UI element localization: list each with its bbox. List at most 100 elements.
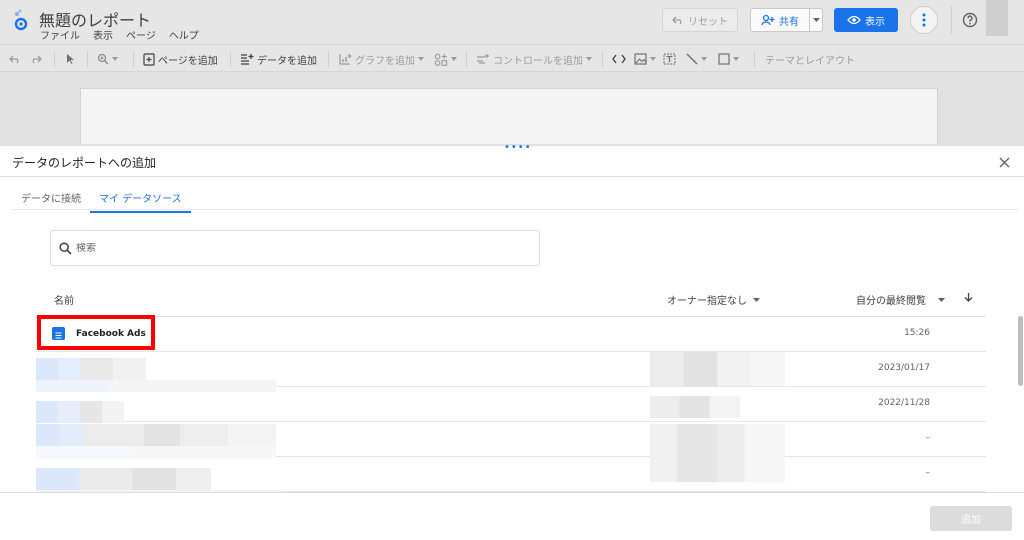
- code-icon: [612, 54, 626, 64]
- menu-view[interactable]: 表示: [93, 27, 113, 42]
- editor-toolbar: ページを追加 データを追加 グラフを追加 コントロールを追加 テーマとレイアウト: [0, 44, 1024, 72]
- undo-button[interactable]: [9, 50, 21, 68]
- menu-page[interactable]: ページ: [126, 27, 156, 42]
- last-viewed-value: –: [925, 468, 931, 478]
- header-divider: [951, 6, 952, 34]
- add-data-label: データを追加: [257, 55, 317, 67]
- redacted-owner: [650, 396, 740, 418]
- view-button[interactable]: 表示: [834, 8, 898, 32]
- redacted-name: [36, 380, 276, 392]
- caret-down-icon: [650, 57, 656, 61]
- add-chart-label: グラフを追加: [355, 55, 415, 67]
- shape-button[interactable]: [718, 50, 739, 68]
- menu-help[interactable]: ヘルプ: [169, 27, 199, 42]
- toolbar-divider: [87, 51, 88, 67]
- toolbar-divider: [133, 51, 134, 67]
- help-icon: [962, 12, 978, 28]
- owner-filter-dropdown[interactable]: オーナー指定なし: [667, 292, 760, 307]
- view-label: 表示: [865, 16, 885, 28]
- column-header-name[interactable]: 名前: [54, 292, 74, 307]
- cursor-icon: [67, 54, 74, 64]
- account-avatar[interactable]: [986, 0, 1008, 36]
- last-viewed-value: 2022/11/28: [878, 398, 930, 408]
- reset-button[interactable]: リセット: [662, 8, 738, 32]
- menu-file[interactable]: ファイル: [40, 27, 80, 42]
- image-icon: [634, 53, 647, 65]
- text-icon: [663, 53, 676, 65]
- redacted-name: [36, 401, 124, 423]
- column-name-label: 名前: [54, 296, 74, 307]
- help-button[interactable]: [960, 10, 980, 30]
- toolbar-divider: [754, 51, 755, 67]
- add-control-label: コントロールを追加: [493, 55, 583, 67]
- redo-icon: [32, 55, 42, 64]
- add-data-icon: [241, 53, 254, 65]
- add-chart-icon: [339, 54, 352, 65]
- search-input[interactable]: [76, 242, 476, 254]
- last-viewed-value: –: [925, 433, 931, 443]
- select-tool-button[interactable]: [65, 50, 75, 68]
- image-button[interactable]: [634, 50, 656, 68]
- panel-title: データのレポートへの追加: [12, 156, 157, 170]
- redacted-owner: [650, 352, 785, 386]
- close-icon: [999, 157, 1009, 167]
- shapes-add-icon: [434, 53, 448, 66]
- redacted-name: [36, 358, 146, 380]
- redacted-owner: [650, 424, 785, 482]
- search-box[interactable]: [50, 230, 540, 266]
- add-chart-button[interactable]: グラフを追加: [339, 50, 424, 68]
- toolbar-divider: [602, 51, 603, 67]
- last-viewed-label: 自分の最終閲覧: [856, 296, 926, 307]
- zoom-icon: [97, 53, 109, 65]
- close-panel-button[interactable]: [996, 154, 1012, 170]
- caret-down-icon: [112, 57, 118, 61]
- table-row[interactable]: 2022/11/28: [36, 387, 986, 422]
- add-button[interactable]: 追加: [930, 506, 1012, 531]
- list-scrollbar[interactable]: [1018, 316, 1023, 386]
- last-viewed-value: 2023/01/17: [878, 363, 930, 373]
- eye-icon: [847, 15, 861, 25]
- share-button[interactable]: 共有: [750, 8, 810, 32]
- add-control-icon: [477, 54, 489, 64]
- add-community-viz-button[interactable]: [434, 50, 457, 68]
- zoom-button[interactable]: [97, 50, 118, 68]
- theme-layout-label: テーマとレイアウト: [765, 55, 855, 67]
- owner-filter-label: オーナー指定なし: [667, 296, 747, 307]
- caret-down-icon: [812, 18, 820, 22]
- add-person-icon: [761, 14, 775, 26]
- toolbar-divider: [328, 51, 329, 67]
- rectangle-icon: [718, 53, 730, 65]
- looker-studio-logo-icon[interactable]: [12, 9, 30, 31]
- panel-resize-handle[interactable]: ••••: [504, 143, 532, 153]
- theme-layout-button[interactable]: テーマとレイアウト: [765, 50, 855, 68]
- caret-down-icon: [733, 57, 739, 61]
- more-vert-icon: [922, 13, 926, 27]
- undo-icon: [9, 55, 19, 64]
- redacted-name: [36, 424, 276, 446]
- report-page[interactable]: [80, 88, 938, 144]
- text-box-button[interactable]: [663, 50, 676, 68]
- tab-underline-rule: [12, 209, 1018, 210]
- reset-label: リセット: [688, 16, 728, 28]
- more-options-button[interactable]: [910, 6, 938, 34]
- redo-button[interactable]: [30, 50, 42, 68]
- caret-down-icon: [938, 297, 945, 302]
- caret-down-icon: [418, 57, 424, 61]
- last-viewed-dropdown[interactable]: 自分の最終閲覧: [856, 292, 945, 307]
- highlight-annotation: [37, 315, 155, 350]
- toolbar-divider: [466, 51, 467, 67]
- arrow-down-icon: [964, 293, 973, 302]
- panel-divider: [0, 176, 1024, 177]
- undo-icon: [672, 16, 682, 25]
- add-page-label: ページを追加: [158, 55, 218, 67]
- embed-url-button[interactable]: [612, 50, 626, 68]
- add-data-button[interactable]: データを追加: [240, 50, 317, 68]
- add-control-button[interactable]: コントロールを追加: [476, 50, 592, 68]
- toolbar-divider: [230, 51, 231, 67]
- share-label: 共有: [779, 16, 799, 28]
- table-row[interactable]: Facebook Ads 15:26: [36, 317, 986, 352]
- sort-direction-button[interactable]: [964, 292, 973, 302]
- share-dropdown-button[interactable]: [809, 8, 823, 32]
- line-button[interactable]: [686, 50, 707, 68]
- add-page-button[interactable]: ページを追加: [143, 50, 218, 68]
